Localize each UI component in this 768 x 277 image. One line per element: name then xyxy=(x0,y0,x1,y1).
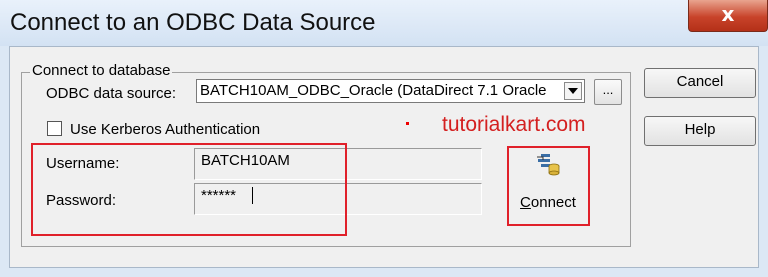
kerberos-checkbox[interactable] xyxy=(47,121,62,136)
kerberos-label: Use Kerberos Authentication xyxy=(70,121,261,138)
connect-highlight-box xyxy=(507,146,590,226)
close-button[interactable]: x xyxy=(688,0,768,32)
cancel-button[interactable]: Cancel xyxy=(644,68,756,98)
dropdown-arrow-icon[interactable] xyxy=(564,82,582,100)
browse-data-source-button[interactable]: ... xyxy=(594,79,622,105)
group-legend: Connect to database xyxy=(30,62,173,79)
odbc-data-source-dropdown[interactable]: BATCH10AM_ODBC_Oracle (DataDirect 7.1 Or… xyxy=(196,79,585,103)
odbc-data-source-label: ODBC data source: xyxy=(46,85,177,102)
title-bar: Connect to an ODBC Data Source x xyxy=(0,0,768,46)
close-icon: x xyxy=(721,2,735,26)
watermark-dot xyxy=(406,122,409,125)
help-button[interactable]: Help xyxy=(644,116,756,146)
watermark-text: tutorialkart.com xyxy=(442,113,586,136)
window-title: Connect to an ODBC Data Source xyxy=(10,9,376,36)
credentials-highlight-box xyxy=(31,143,347,236)
odbc-data-source-value: BATCH10AM_ODBC_Oracle (DataDirect 7.1 Or… xyxy=(200,82,547,99)
